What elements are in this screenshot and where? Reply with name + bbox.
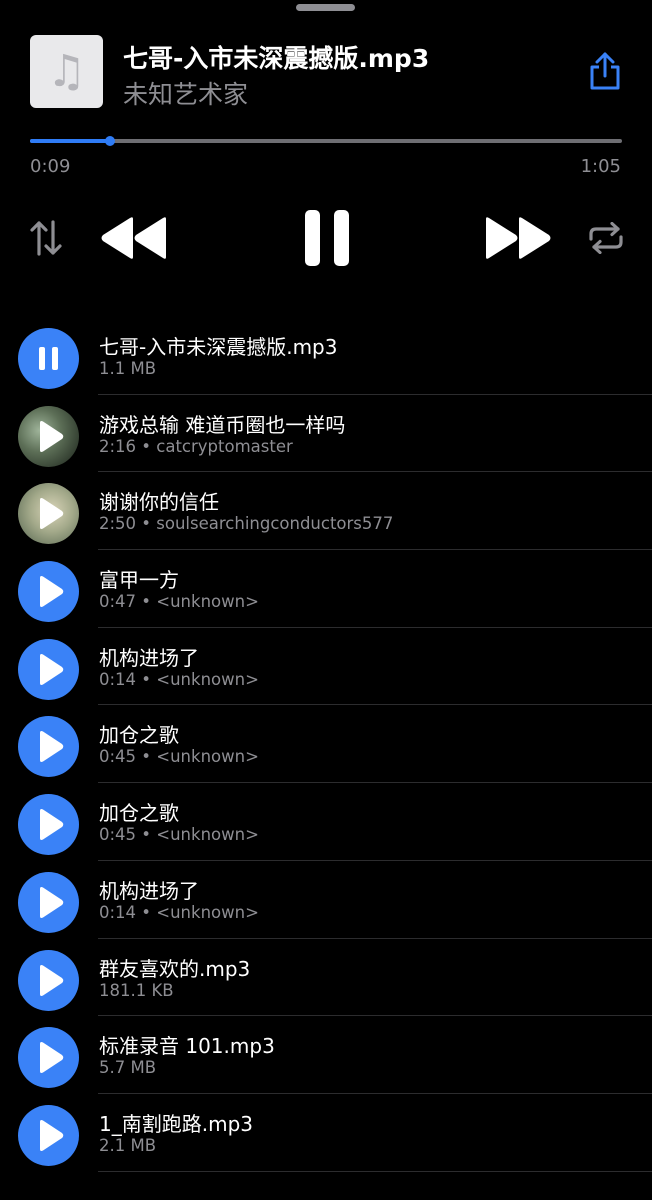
play-icon	[40, 1119, 64, 1151]
play-icon	[40, 964, 64, 996]
track-row[interactable]: 七哥-入市未深震撼版.mp3 1.1 MB	[0, 317, 652, 395]
track-row[interactable]: 1_南割跑路.mp3 2.1 MB	[0, 1094, 652, 1172]
track-title: 七哥-入市未深震撼版.mp3	[99, 335, 338, 359]
track-title: 加仓之歌	[99, 723, 179, 748]
progress-bar[interactable]	[30, 136, 622, 146]
track-row[interactable]: 游戏总输 难道币圈也一样吗 2:16 • catcryptomaster	[0, 395, 652, 473]
track-row[interactable]: 机构进场了 0:14 • <unknown>	[0, 861, 652, 939]
track-thumbnail[interactable]	[18, 405, 79, 467]
track-play-button[interactable]	[18, 716, 79, 778]
track-title: 加仓之歌	[99, 801, 179, 826]
share-icon[interactable]	[587, 51, 623, 91]
play-icon	[40, 1042, 64, 1074]
progress-scrubber[interactable]	[104, 136, 115, 146]
track-play-button[interactable]	[18, 328, 79, 389]
track-thumbnail[interactable]	[18, 483, 79, 545]
track-subtitle: 181.1 KB	[99, 980, 174, 1000]
track-title: 游戏总输 难道币圈也一样吗	[99, 412, 346, 437]
track-row[interactable]: 加仓之歌 0:45 • <unknown>	[0, 783, 652, 861]
track-title: 1_南割跑路.mp3	[99, 1111, 253, 1136]
track-subtitle: 5.7 MB	[99, 1058, 157, 1078]
track-title: 谢谢你的信任	[99, 490, 219, 515]
fast-forward-icon[interactable]	[484, 215, 552, 261]
rewind-icon[interactable]	[100, 215, 168, 261]
track-subtitle: 0:14 • <unknown>	[99, 902, 259, 922]
track-row[interactable]: 群友喜欢的.mp3 181.1 KB	[0, 939, 652, 1017]
track-play-button[interactable]	[18, 561, 79, 623]
sort-icon[interactable]	[28, 218, 64, 258]
play-icon	[40, 498, 64, 530]
repeat-icon[interactable]	[586, 222, 626, 254]
elapsed-time: 0:09	[30, 156, 71, 177]
track-subtitle: 0:14 • <unknown>	[99, 669, 259, 689]
now-playing-header: ♫ 七哥-入市未深震撼版.mp3 未知艺术家	[30, 35, 630, 109]
pause-icon[interactable]	[304, 209, 350, 267]
play-icon	[40, 653, 64, 685]
track-subtitle: 1.1 MB	[99, 359, 157, 378]
track-row[interactable]: 机构进场了 0:14 • <unknown>	[0, 628, 652, 706]
track-play-button[interactable]	[18, 949, 79, 1011]
track-subtitle: 0:45 • <unknown>	[99, 825, 259, 845]
track-play-button[interactable]	[18, 794, 79, 856]
track-list: 七哥-入市未深震撼版.mp3 1.1 MB 游戏总输 难道币圈也一样吗 2:16 • …	[0, 317, 652, 1172]
play-icon	[40, 809, 64, 841]
play-icon	[40, 420, 64, 452]
track-subtitle: 0:47 • <unknown>	[99, 592, 259, 612]
play-icon	[40, 886, 64, 918]
track-subtitle: 2.1 MB	[99, 1135, 157, 1155]
track-play-button[interactable]	[18, 871, 79, 933]
track-subtitle: 2:16 • catcryptomaster	[99, 436, 293, 456]
track-row[interactable]: 加仓之歌 0:45 • <unknown>	[0, 705, 652, 783]
progress-fill	[30, 139, 110, 143]
album-art: ♫	[30, 35, 103, 108]
sheet-grabber[interactable]	[296, 4, 355, 11]
total-duration: 1:05	[580, 156, 621, 177]
play-icon	[40, 576, 64, 608]
play-icon	[40, 731, 64, 763]
track-play-button[interactable]	[18, 1027, 79, 1089]
track-title: 富甲一方	[99, 568, 179, 593]
track-row[interactable]: 富甲一方 0:47 • <unknown>	[0, 550, 652, 628]
track-subtitle: 0:45 • <unknown>	[99, 747, 259, 767]
track-row[interactable]: 标准录音 101.mp3 5.7 MB	[0, 1016, 652, 1094]
track-title: 机构进场了	[99, 645, 199, 670]
track-title: 群友喜欢的.mp3	[99, 956, 251, 981]
music-note-icon: ♫	[46, 45, 87, 97]
now-playing-title: 七哥-入市未深震撼版.mp3	[123, 44, 430, 73]
track-subtitle: 2:50 • soulsearchingconductors577	[99, 514, 394, 534]
pause-icon	[39, 347, 58, 370]
track-row[interactable]: 谢谢你的信任 2:50 • soulsearchingconductors577	[0, 472, 652, 550]
track-play-button[interactable]	[18, 638, 79, 700]
track-title: 标准录音 101.mp3	[99, 1034, 275, 1059]
track-play-button[interactable]	[18, 1104, 79, 1166]
now-playing-artist: 未知艺术家	[123, 80, 249, 109]
track-title: 机构进场了	[99, 878, 199, 903]
